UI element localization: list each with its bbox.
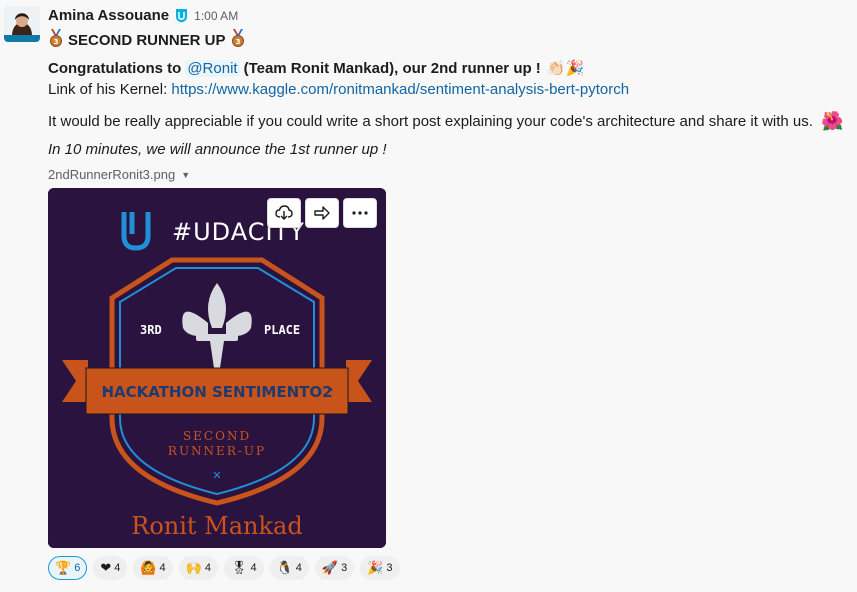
udacity-badge-icon [175,8,188,23]
reaction-count: 4 [295,562,302,574]
reaction-count: 3 [386,562,393,574]
reaction-pill[interactable]: 🎉 3 [360,556,400,580]
banner-text: HACKATHON SENTIMENTO2 [101,383,332,401]
svg-text:•: • [328,385,334,396]
message-header: Amina Assouane 1:00 AM [48,7,238,24]
person-raising-arms-icon: 🙆 [140,560,157,576]
reaction-pill[interactable]: 🏆 6 [48,556,88,580]
avatar[interactable] [4,6,40,42]
reaction-count: 3 [341,562,348,574]
hibiscus-icon: 🌺 [820,111,844,132]
crossed-tools-icon: ✕ [212,469,221,482]
reaction-pill[interactable]: 🎖 4 [223,556,264,580]
reaction-pill[interactable]: ❤ 4 [93,556,128,580]
image-actions [267,198,377,228]
appreciate-text: It would be really appreciable if you co… [48,113,813,130]
penguin-icon: 🐧 [276,560,293,576]
download-button[interactable] [267,198,301,228]
chevron-down-icon[interactable]: ▼ [181,170,190,180]
attachment-image[interactable]: #UDACITY 3RD PLACE HACKATHON SENTIMENTO2… [48,188,386,548]
timestamp[interactable]: 1:00 AM [194,9,238,23]
clap-icon: 👏🏻 [546,59,566,77]
reaction-count: 6 [74,562,81,574]
reaction-pill[interactable]: 🙆 4 [133,556,173,580]
svg-text:3: 3 [235,38,240,46]
reaction-count: 4 [114,562,121,574]
cloud-download-icon [275,205,293,220]
reaction-count: 4 [159,562,166,574]
reaction-pill[interactable]: 🐧 4 [269,556,309,580]
reaction-count: 4 [250,562,257,574]
congrats-suffix: (Team Ronit Mankad), our 2nd runner up ! [243,59,541,77]
kernel-prefix: Link of his Kernel: [48,81,168,98]
author-name[interactable]: Amina Assouane [48,7,169,24]
appreciate-line: It would be really appreciable if you co… [48,111,843,132]
reaction-pill[interactable]: 🙌 4 [178,556,218,580]
reaction-count: 4 [204,562,211,574]
tada-icon: 🎉 [565,59,585,77]
rank-right: PLACE [264,323,300,337]
more-actions-button[interactable] [343,198,377,228]
congrats-line: Congratulations to @Ronit (Team Ronit Ma… [48,59,584,77]
congrats-prefix: Congratulations to [48,59,182,77]
kernel-link[interactable]: https://www.kaggle.com/ronitmankad/senti… [171,81,629,98]
share-arrow-icon [314,206,330,220]
svg-text:3: 3 [54,38,59,46]
rocket-icon: 🚀 [321,560,339,576]
subtitle-line-2: RUNNER-UP [168,444,266,458]
tada-icon: 🎉 [367,560,384,576]
user-mention[interactable]: @Ronit [185,59,240,77]
medal-icon: 3 [48,29,64,51]
more-icon [352,211,368,215]
attachment-filename[interactable]: 2ndRunnerRonit3.png [48,167,175,182]
announce-text: In 10 minutes, we will announce the 1st … [48,141,387,158]
message-title: 3 SECOND RUNNER UP 3 [48,29,246,51]
heart-icon: ❤ [100,560,112,576]
attachment-header[interactable]: 2ndRunnerRonit3.png ▼ [48,167,190,182]
winner-name: Ronit Mankad [131,512,302,540]
medal-icon: 🎖 [230,560,248,576]
rank-left: 3RD [140,323,162,337]
trophy-icon: 🏆 [55,560,72,576]
reaction-pill[interactable]: 🚀 3 [314,556,355,580]
svg-text:•: • [104,385,110,396]
raised-hands-icon: 🙌 [185,560,202,576]
share-button[interactable] [305,198,339,228]
title-text: SECOND RUNNER UP [68,31,226,49]
medal-icon: 3 [230,29,246,51]
subtitle-line-1: SECOND [183,429,251,443]
reactions-bar: 🏆 6 ❤ 4 🙆 4 🙌 4 🎖 4 🐧 4 🚀 3 🎉 3 [48,556,400,580]
kernel-line: Link of his Kernel: https://www.kaggle.c… [48,81,629,98]
